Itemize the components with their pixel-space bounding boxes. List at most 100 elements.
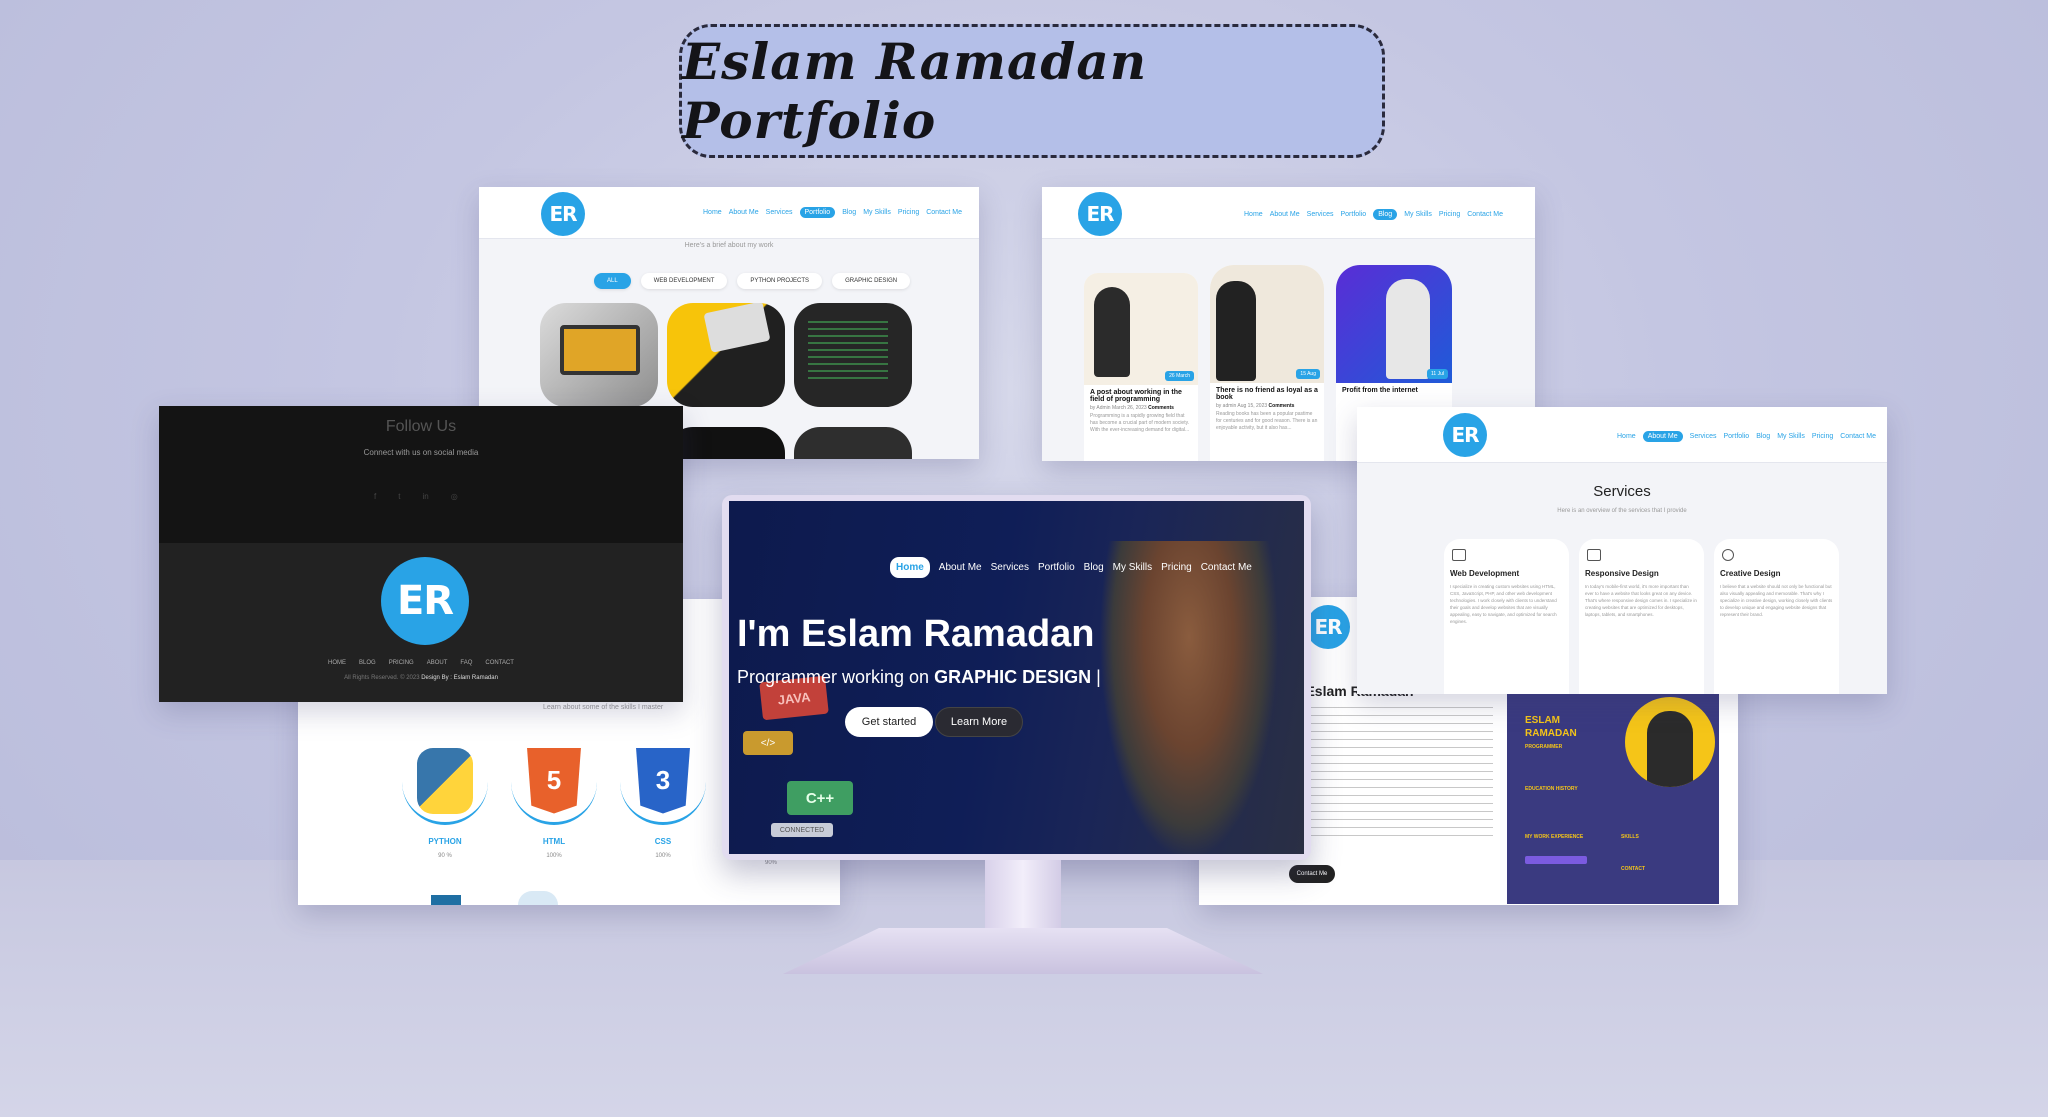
nav-services[interactable]: Services	[766, 209, 793, 216]
nav-services[interactable]: Services	[1307, 211, 1334, 218]
hero-sub-highlight: GRAPHIC DESIGN	[934, 667, 1092, 687]
resume-name-line1: ESLAM	[1525, 715, 1560, 726]
footer-link-pricing[interactable]: PRICING	[389, 660, 414, 666]
nav-portfolio[interactable]: Portfolio	[1038, 562, 1075, 573]
css3-icon: 3	[620, 739, 706, 825]
blog-meta-author: by admin Aug 15, 2023	[1216, 403, 1268, 409]
code-lines	[808, 321, 888, 381]
portfolio-thumb-4[interactable]	[667, 427, 785, 459]
instagram-icon[interactable]: ◎	[451, 492, 458, 501]
nav-pricing[interactable]: Pricing	[1812, 433, 1833, 440]
nav-about[interactable]: About Me	[1270, 211, 1300, 218]
logo-icon[interactable]: ER	[1306, 605, 1350, 649]
portfolio-thumb-5[interactable]	[794, 427, 912, 459]
service-card-web[interactable]: Web Development I specialize in creating…	[1444, 539, 1569, 694]
blog-card-image: 15 Aug	[1210, 265, 1324, 383]
nav-home[interactable]: Home	[1244, 211, 1263, 218]
nav-blog[interactable]: Blog	[1373, 209, 1398, 220]
portfolio-thumb-sofa[interactable]	[540, 303, 658, 407]
footer-copyright: All Rights Reserved. © 2023 Design By : …	[159, 675, 683, 681]
skill-name: CSS	[654, 837, 672, 846]
facebook-icon[interactable]: f	[374, 492, 376, 501]
service-text: I specialize in creating custom websites…	[1450, 584, 1557, 624]
nav-home[interactable]: Home	[703, 209, 722, 216]
blog-title[interactable]: Profit from the internet	[1336, 383, 1452, 394]
resume-skills: SKILLS	[1621, 834, 1639, 840]
skill-percent-partial: 90%	[765, 860, 778, 866]
portfolio-thumb-yellow[interactable]	[667, 303, 785, 407]
skills-subheading: Learn about some of the skills I master	[543, 704, 664, 711]
nav-skills[interactable]: My Skills	[1404, 211, 1432, 218]
blog-title[interactable]: There is no friend as loyal as a book	[1210, 383, 1324, 401]
nav-pricing[interactable]: Pricing	[898, 209, 919, 216]
logo-icon[interactable]: ER	[541, 192, 585, 236]
footer-link-about[interactable]: ABOUT	[427, 660, 448, 666]
logo-icon[interactable]: ER	[1443, 413, 1487, 457]
blog-card-1[interactable]: 26 March A post about working in the fie…	[1084, 273, 1198, 461]
nav-contact[interactable]: Contact Me	[1467, 211, 1503, 218]
footer-link-blog[interactable]: BLOG	[359, 660, 376, 666]
nav-skills[interactable]: My Skills	[1777, 433, 1805, 440]
footer-logo-icon[interactable]: ER	[381, 557, 469, 645]
nav-about[interactable]: About Me	[939, 562, 982, 573]
nav-skills[interactable]: My Skills	[863, 209, 891, 216]
footer-link-home[interactable]: HOME	[328, 660, 346, 666]
services-screenshot: ER Home About Me Services Portfolio Blog…	[1357, 407, 1887, 694]
blog-navbar: ER Home About Me Services Portfolio Blog…	[1042, 187, 1535, 239]
resume-education: EDUCATION HISTORY	[1525, 786, 1578, 792]
skill-icon-partial	[431, 895, 461, 905]
portfolio-filters: ALL WEB DEVELOPMENT PYTHON PROJECTS GRAP…	[594, 273, 911, 289]
nav-services[interactable]: Services	[1690, 433, 1717, 440]
filter-python[interactable]: PYTHON PROJECTS	[737, 273, 823, 289]
resume-experience: MY WORK EXPERIENCE	[1525, 834, 1584, 840]
linkedin-icon[interactable]: in	[422, 492, 428, 501]
get-started-button[interactable]: Get started	[845, 707, 933, 737]
nav-skills[interactable]: My Skills	[1113, 562, 1152, 573]
blog-comments-link[interactable]: Comments	[1269, 403, 1295, 409]
resume-name-line2: RAMADAN	[1525, 728, 1577, 739]
blog-card-2[interactable]: 15 Aug There is no friend as loyal as a …	[1210, 265, 1324, 461]
filter-graphic[interactable]: GRAPHIC DESIGN	[832, 273, 911, 289]
service-card-creative[interactable]: Creative Design I believe that a website…	[1714, 539, 1839, 694]
laptop-screen	[560, 325, 640, 375]
twitter-icon[interactable]: t	[398, 492, 400, 501]
blog-card-image: 26 March	[1084, 273, 1198, 385]
learn-more-button[interactable]: Learn More	[935, 707, 1023, 737]
nav-home[interactable]: Home	[1617, 433, 1636, 440]
resume-person	[1647, 711, 1693, 787]
person-photo	[1094, 287, 1130, 377]
nav-blog[interactable]: Blog	[1084, 562, 1104, 573]
nav-home[interactable]: Home	[890, 557, 930, 578]
nav-services[interactable]: Services	[991, 562, 1029, 573]
blog-comments-link[interactable]: Comments	[1148, 405, 1174, 411]
nav-about[interactable]: About Me	[729, 209, 759, 216]
service-card-responsive[interactable]: Responsive Design In today's mobile-firs…	[1579, 539, 1704, 694]
nav-contact[interactable]: Contact Me	[926, 209, 962, 216]
footer-link-faq[interactable]: FAQ	[460, 660, 472, 666]
nav-portfolio[interactable]: Portfolio	[799, 207, 836, 218]
nav-blog[interactable]: Blog	[842, 209, 856, 216]
nav-about[interactable]: About Me	[1642, 431, 1683, 442]
nav-portfolio[interactable]: Portfolio	[1724, 433, 1750, 440]
footer-link-contact[interactable]: CONTACT	[485, 660, 514, 666]
nav-pricing[interactable]: Pricing	[1439, 211, 1460, 218]
nav-contact[interactable]: Contact Me	[1201, 562, 1252, 573]
skill-html: 5 HTML 100%	[504, 739, 604, 859]
html5-shield: 5	[527, 747, 581, 814]
filter-web[interactable]: WEB DEVELOPMENT	[640, 273, 728, 289]
blog-title[interactable]: A post about working in the field of pro…	[1084, 385, 1198, 403]
hero-portrait	[1099, 541, 1279, 854]
skill-python: PYTHON 90 %	[395, 739, 495, 859]
portfolio-thumb-code[interactable]	[794, 303, 912, 407]
filter-all[interactable]: ALL	[594, 273, 631, 289]
nav-pricing[interactable]: Pricing	[1161, 562, 1192, 573]
title-banner: Eslam Ramadan Portfolio	[679, 24, 1385, 158]
logo-icon[interactable]: ER	[1078, 192, 1122, 236]
nav-contact[interactable]: Contact Me	[1840, 433, 1876, 440]
nav-blog[interactable]: Blog	[1756, 433, 1770, 440]
follow-subheading: Connect with us on social media	[363, 448, 479, 457]
nav-portfolio[interactable]: Portfolio	[1341, 211, 1367, 218]
portfolio-subtitle: Here's a brief about my work	[684, 242, 774, 249]
contact-me-button[interactable]: Contact Me	[1289, 865, 1335, 883]
blog-meta: by admin Aug 15, 2023 Comments	[1210, 401, 1324, 411]
